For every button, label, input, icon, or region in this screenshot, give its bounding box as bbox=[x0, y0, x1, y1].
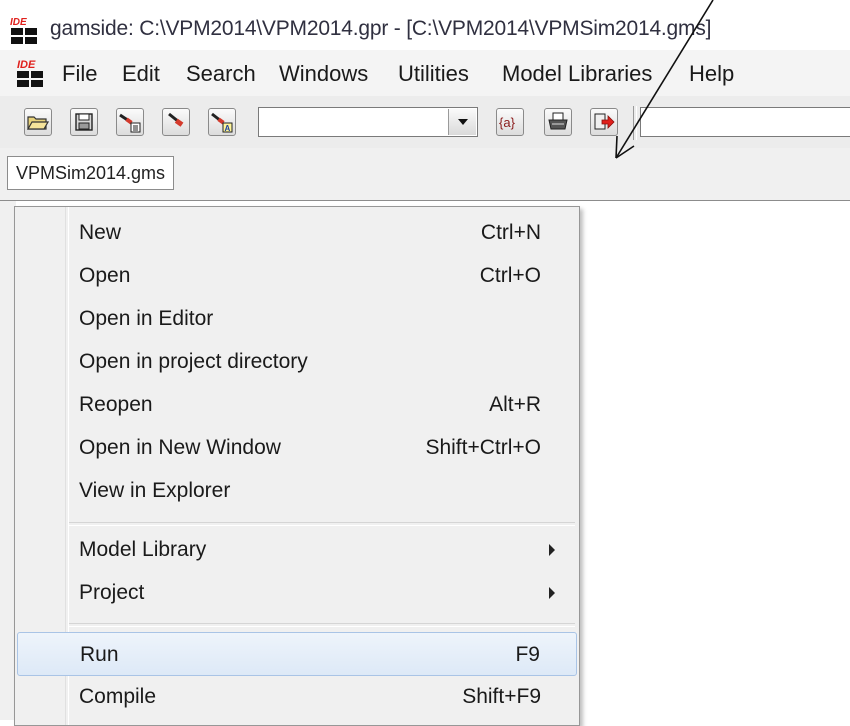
find-in-files-button[interactable] bbox=[116, 108, 144, 136]
menu-item-run[interactable]: Run F9 bbox=[17, 632, 577, 676]
print-button[interactable] bbox=[544, 108, 572, 136]
svg-text:IDE: IDE bbox=[17, 59, 36, 71]
menu-item-project[interactable]: Project bbox=[17, 573, 577, 613]
save-icon bbox=[75, 113, 93, 131]
open-button[interactable] bbox=[24, 108, 52, 136]
window-title: gamside: C:\VPM2014\VPM2014.gpr - [C:\VP… bbox=[50, 17, 712, 40]
menu-model-libraries[interactable]: Model Libraries bbox=[502, 61, 652, 87]
ide-logo-icon: IDE bbox=[10, 17, 37, 44]
menu-item-label: Compile bbox=[79, 685, 157, 708]
toolbar: A {a} bbox=[0, 96, 850, 148]
menu-item-new[interactable]: New Ctrl+N bbox=[17, 213, 577, 253]
menu-item-label: View in Explorer bbox=[79, 479, 231, 502]
menu-item-label: Project bbox=[79, 581, 145, 604]
menu-item-label: Open in New Window bbox=[79, 436, 281, 459]
combo-dropdown-button[interactable] bbox=[448, 109, 476, 135]
menu-item-shortcut: Ctrl+N bbox=[480, 221, 541, 244]
svg-text:A: A bbox=[225, 124, 231, 133]
menu-item-shortcut: F9 bbox=[515, 643, 540, 666]
menu-item-label: Model Library bbox=[79, 538, 207, 561]
menu-item-view-in-explorer[interactable]: View in Explorer bbox=[17, 471, 577, 511]
svg-text:{a}: {a} bbox=[499, 115, 516, 130]
find-icon bbox=[168, 112, 184, 127]
find-replace-icon: A bbox=[211, 112, 233, 133]
menu-separator bbox=[69, 522, 575, 526]
menu-item-open-in-new-window[interactable]: Open in New Window Shift+Ctrl+O bbox=[17, 428, 577, 468]
menu-file[interactable]: File bbox=[62, 61, 97, 87]
menu-windows[interactable]: Windows bbox=[279, 61, 368, 87]
find-in-files-icon bbox=[119, 113, 141, 133]
menu-item-shortcut: Alt+R bbox=[489, 393, 541, 416]
open-folder-icon bbox=[27, 116, 49, 130]
svg-text:IDE: IDE bbox=[10, 17, 27, 28]
menu-item-open-in-project-directory[interactable]: Open in project directory bbox=[17, 342, 577, 382]
symbol-button[interactable]: {a} bbox=[496, 108, 524, 136]
file-menu-dropdown: New Ctrl+N Open Ctrl+O Open in Editor Op… bbox=[14, 206, 580, 726]
menu-item-shortcut: Shift+F9 bbox=[462, 685, 541, 708]
menu-item-label: Open bbox=[79, 264, 131, 287]
menu-item-label: Open in Editor bbox=[79, 307, 214, 330]
toolbar-right-field[interactable] bbox=[640, 107, 850, 137]
menu-bar: IDE File Edit Search Windows Utilities M… bbox=[0, 50, 850, 96]
run-exit-icon bbox=[594, 113, 615, 130]
save-button[interactable] bbox=[70, 108, 98, 136]
submenu-arrow-icon bbox=[549, 544, 555, 556]
title-bar: IDE gamside: C:\VPM2014\VPM2014.gpr - [C… bbox=[0, 0, 850, 50]
menu-item-label: Open in project directory bbox=[79, 350, 308, 373]
menu-item-label: Run bbox=[80, 643, 119, 666]
menu-item-open-in-editor[interactable]: Open in Editor bbox=[17, 299, 577, 339]
menu-edit[interactable]: Edit bbox=[122, 61, 160, 87]
tab-vpmsim2014[interactable]: VPMSim2014.gms bbox=[7, 156, 175, 190]
ide-menu-logo-icon[interactable]: IDE bbox=[16, 58, 46, 88]
menu-item-label: Reopen bbox=[79, 393, 153, 416]
submenu-arrow-icon bbox=[549, 587, 555, 599]
menu-utilities[interactable]: Utilities bbox=[398, 61, 469, 87]
find-replace-button[interactable]: A bbox=[208, 108, 236, 136]
menu-item-shortcut: Shift+Ctrl+O bbox=[425, 436, 541, 459]
menu-item-open[interactable]: Open Ctrl+O bbox=[17, 256, 577, 296]
menu-search[interactable]: Search bbox=[186, 61, 256, 87]
chevron-down-icon bbox=[457, 119, 468, 125]
run-exit-button[interactable] bbox=[590, 108, 618, 136]
document-tab-strip: VPMSim2014.gms bbox=[0, 148, 850, 201]
menu-separator bbox=[69, 623, 575, 627]
menu-help[interactable]: Help bbox=[689, 61, 734, 87]
print-icon bbox=[548, 112, 568, 130]
menu-item-shortcut: Ctrl+O bbox=[479, 264, 541, 287]
menu-item-model-library[interactable]: Model Library bbox=[17, 530, 577, 570]
toolbar-combo[interactable] bbox=[258, 107, 478, 137]
menu-item-compile[interactable]: Compile Shift+F9 bbox=[17, 677, 577, 717]
toolbar-separator bbox=[633, 106, 637, 140]
menu-item-reopen[interactable]: Reopen Alt+R bbox=[17, 385, 577, 425]
find-button[interactable] bbox=[162, 108, 190, 136]
menu-item-label: New bbox=[79, 221, 122, 244]
symbol-braces-icon: {a} bbox=[499, 115, 516, 130]
